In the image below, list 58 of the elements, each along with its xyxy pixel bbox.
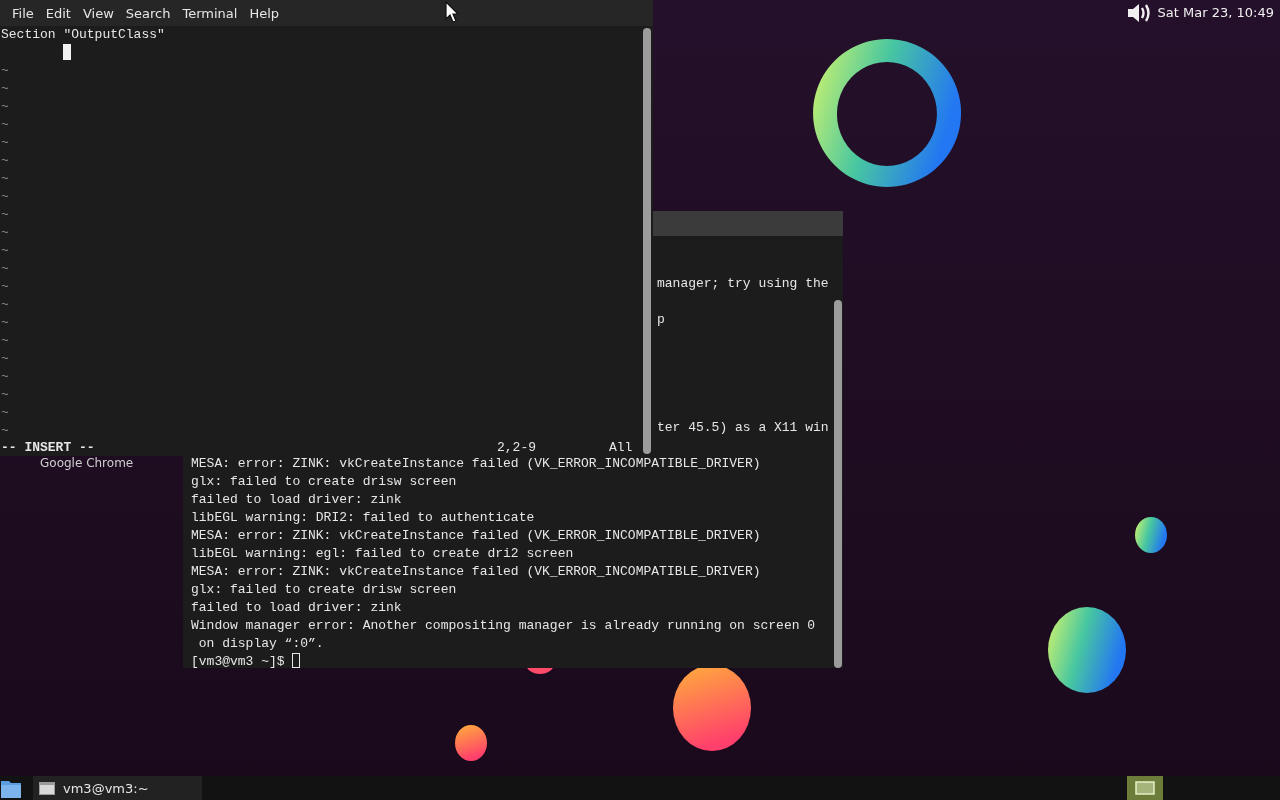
workspace-switcher[interactable] <box>1127 776 1163 800</box>
empty-line-mark: ~ <box>1 279 9 294</box>
terminal-line: libEGL warning: DRI2: failed to authenticate <box>191 510 535 525</box>
terminal-line: libEGL warning: egl: failed to create dri2 screen <box>191 546 574 561</box>
desktop-icon-label[interactable]: Google Chrome <box>40 456 134 470</box>
empty-line-mark: ~ <box>1 117 9 132</box>
window-icon <box>39 781 55 795</box>
menu-item[interactable]: Search <box>119 3 177 23</box>
empty-line-mark: ~ <box>1 333 9 348</box>
volume-icon[interactable] <box>1125 1 1152 24</box>
empty-line-mark: ~ <box>1 99 9 114</box>
terminal-line: MESA: error: ZINK: vkCreateInstance failed (VK_ERROR_INCOMPATIBLE_DRIVER) <box>191 528 761 543</box>
empty-line-mark: ~ <box>1 153 9 168</box>
terminal-line: manager; try using the <box>657 276 829 291</box>
text-cursor <box>292 653 301 668</box>
empty-line-mark: ~ <box>1 225 9 240</box>
cursor-position: 2,2-9 <box>497 440 536 455</box>
empty-line-mark: ~ <box>1 207 9 222</box>
menu-item[interactable]: File <box>6 3 40 23</box>
menu-item[interactable]: View <box>76 3 120 23</box>
pointer-icon <box>445 1 459 23</box>
terminal-line: failed to load driver: zink <box>191 600 402 615</box>
empty-line-mark: ~ <box>1 243 9 258</box>
text-cursor <box>63 44 72 60</box>
empty-line-mark: ~ <box>1 189 9 204</box>
menu-item[interactable]: Terminal <box>176 3 244 23</box>
terminal-line: Window manager error: Another compositing manager is already running on screen 0 <box>191 618 816 633</box>
scrollbar[interactable] <box>834 300 842 668</box>
editor-line: Section "OutputClass" <box>1 27 165 42</box>
terminal-line: ter 45.5) as a X11 win <box>657 420 829 435</box>
terminal-line: MESA: error: ZINK: vkCreateInstance failed (VK_ERROR_INCOMPATIBLE_DRIVER) <box>191 564 761 579</box>
shell-prompt: [vm3@vm3 ~]$ <box>191 654 286 669</box>
empty-line-mark: ~ <box>1 135 9 150</box>
empty-line-mark: ~ <box>1 369 9 384</box>
empty-line-mark: ~ <box>1 81 9 96</box>
empty-line-mark: ~ <box>1 63 9 78</box>
empty-line-mark: ~ <box>1 171 9 186</box>
terminal-line: MESA: error: ZINK: vkCreateInstance failed (VK_ERROR_INCOMPATIBLE_DRIVER) <box>191 456 761 471</box>
empty-line-mark: ~ <box>1 423 9 438</box>
scroll-position: All <box>609 440 633 456</box>
empty-line-mark: ~ <box>1 405 9 420</box>
mode-indicator: -- INSERT -- <box>1 440 95 455</box>
terminal-line: p <box>657 312 665 327</box>
scrollbar[interactable] <box>643 28 651 454</box>
clock[interactable]: Sat Mar 23, 10:49 <box>1157 5 1274 20</box>
empty-line-mark: ~ <box>1 315 9 330</box>
empty-line-mark: ~ <box>1 297 9 312</box>
terminal-line: on display “:0”. <box>197 636 324 651</box>
taskbar-button[interactable]: vm3@vm3:~ <box>33 776 202 800</box>
empty-line-mark: ~ <box>1 261 9 276</box>
terminal-line: glx: failed to create drisw screen <box>191 582 457 597</box>
terminal-line: glx: failed to create drisw screen <box>191 474 457 489</box>
empty-line-mark: ~ <box>1 351 9 366</box>
workspace-icon <box>1135 781 1155 795</box>
terminal-line: failed to load driver: zink <box>191 492 402 507</box>
menu-item[interactable]: Help <box>243 3 286 23</box>
menu-item[interactable]: Edit <box>39 3 77 23</box>
empty-line-mark: ~ <box>1 387 9 402</box>
